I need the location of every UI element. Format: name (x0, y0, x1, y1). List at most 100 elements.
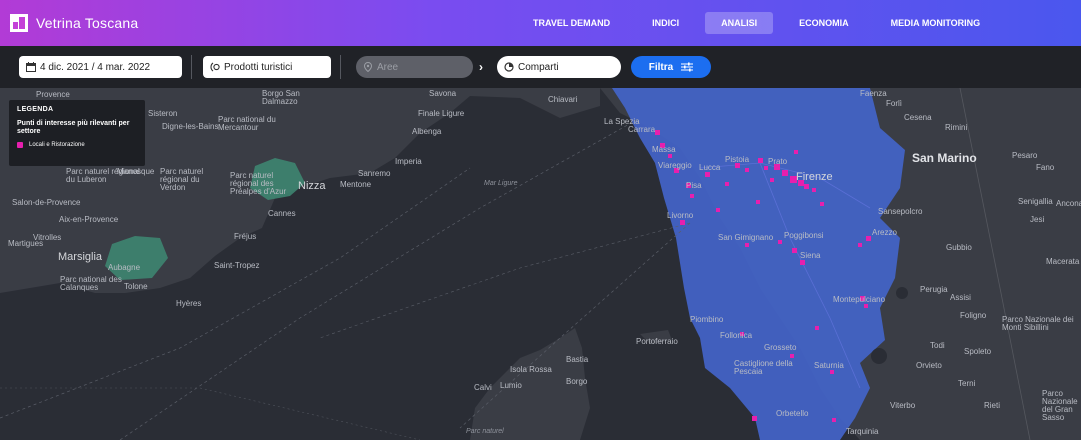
place-label: Arezzo (872, 228, 897, 237)
place-label: Isola Rossa (510, 365, 552, 374)
filter-button[interactable]: Filtra (631, 56, 711, 78)
brand[interactable]: Vetrina Toscana (10, 14, 138, 32)
place-label: Pesaro (1012, 151, 1038, 160)
place-label: Pisa (686, 181, 702, 190)
areas-selector[interactable]: Aree (356, 56, 473, 78)
place-label: Borgo (566, 377, 588, 386)
place-label: Assisi (950, 293, 971, 302)
place-label: Orbetello (776, 409, 809, 418)
place-label: Digne-les-Bains (162, 122, 219, 131)
place-label: Todi (930, 341, 945, 350)
place-label: Senigallia (1018, 197, 1053, 206)
nav-economia[interactable]: ECONOMIA (783, 12, 865, 34)
sectors-selector[interactable]: Comparti (497, 56, 621, 78)
date-range-picker[interactable]: 4 dic. 2021 / 4 mar. 2022 (19, 56, 182, 78)
nav-travel-demand[interactable]: TRAVEL DEMAND (517, 12, 626, 34)
place-label: Salon-de-Provence (12, 198, 81, 207)
place-label: Portoferraio (636, 337, 678, 346)
nav-indici[interactable]: INDICI (636, 12, 695, 34)
sectors-label: Comparti (518, 61, 559, 73)
toolbar-divider (340, 55, 341, 79)
place-label: Fréjus (234, 232, 257, 241)
place-label: Montepulciano (833, 295, 886, 304)
place-label: Saturnia (814, 361, 844, 370)
place-label: Siena (800, 251, 821, 260)
place-label: Parc national du Mercantour (218, 115, 276, 132)
place-label: Sanremo (358, 169, 391, 178)
place-label: Chiavari (548, 95, 578, 104)
place-label: Aix-en-Provence (59, 215, 119, 224)
place-label: Parco Nazionale del Gran Sasso (1042, 389, 1078, 422)
place-label: Lumio (500, 381, 522, 390)
place-label: Mentone (340, 180, 372, 189)
place-label: Livorno (667, 211, 694, 220)
legend-subtitle: Punti di interesse più rilevanti per set… (17, 120, 130, 136)
place-label: Macerata (1046, 257, 1080, 266)
place-label: Foligno (960, 311, 987, 320)
place-label: Nizza (298, 180, 326, 192)
legend-title: LEGENDA (17, 106, 54, 113)
nav-media-monitoring[interactable]: MEDIA MONITORING (875, 12, 997, 34)
place-label: Perugia (920, 285, 948, 294)
products-selector[interactable]: Prodotti turistici (203, 56, 331, 78)
place-label: San Marino (912, 151, 977, 165)
calendar-icon (26, 62, 36, 72)
place-label: Hyères (176, 299, 202, 308)
sliders-icon (681, 62, 694, 72)
place-label: Rimini (945, 123, 968, 132)
place-label: Faenza (860, 89, 887, 98)
place-label: Fano (1036, 163, 1055, 172)
main-nav: TRAVEL DEMAND INDICI ANALISI ECONOMIA ME… (517, 12, 1006, 34)
place-label: Viterbo (890, 401, 916, 410)
place-label: Massa (652, 145, 676, 154)
place-label: Lucca (699, 163, 721, 172)
place-label: Aubagne (108, 263, 141, 272)
place-label: Tolone (124, 282, 148, 291)
legend-item-label: Locali e Ristorazione (29, 142, 85, 149)
location-pin-icon (363, 62, 373, 72)
place-label: Calvi (474, 383, 492, 392)
place-label: Ancona (1056, 199, 1081, 208)
toolbar-divider (191, 55, 192, 79)
place-label: Cannes (268, 209, 296, 218)
map-canvas[interactable]: Savona Finale Ligure Albenga Imperia San… (0, 88, 1081, 440)
place-label: Martigues (8, 239, 44, 248)
place-label: Cesena (904, 113, 932, 122)
place-label: Jesi (1030, 215, 1045, 224)
map-legend: LEGENDA Punti di interesse più rilevanti… (9, 100, 145, 166)
products-label: Prodotti turistici (224, 61, 293, 73)
place-label: Rieti (984, 401, 1001, 410)
filter-button-label: Filtra (648, 61, 674, 73)
place-label: Follonica (720, 331, 753, 340)
place-label: Savona (429, 89, 457, 98)
place-label: Saint-Tropez (214, 261, 260, 270)
top-bar: Vetrina Toscana TRAVEL DEMAND INDICI ANA… (0, 0, 1081, 46)
place-label: San Gimignano (718, 233, 774, 242)
place-label: Castiglione della Pescaia (734, 359, 793, 376)
place-label: Firenze (796, 171, 833, 183)
place-label: Parc naturel (466, 428, 504, 435)
place-label: Sansepolcro (878, 207, 923, 216)
place-label: Gubbio (946, 243, 972, 252)
place-label: Poggibonsi (784, 231, 824, 240)
place-label: Terni (958, 379, 976, 388)
place-label: Manosque (117, 167, 155, 176)
filter-toolbar: 4 dic. 2021 / 4 mar. 2022 Prodotti turis… (0, 46, 1081, 88)
place-label: Sisteron (148, 109, 178, 118)
app-title: Vetrina Toscana (36, 15, 139, 31)
place-label: Parco Nazionale dei Monti Sibillini (1002, 315, 1074, 332)
place-label: Spoleto (964, 347, 992, 356)
map-base-layer (0, 88, 1081, 440)
place-label: Orvieto (916, 361, 942, 370)
chevron-right-icon: › (479, 60, 483, 74)
sea-label: Mar Ligure (484, 180, 518, 187)
app-root: Vetrina Toscana TRAVEL DEMAND INDICI ANA… (0, 0, 1081, 440)
logo-icon (10, 14, 28, 32)
place-label: Parc naturel régional des Préalpes d'Azu… (230, 171, 287, 196)
place-label: Piombino (690, 315, 724, 324)
signal-icon (210, 62, 220, 72)
legend-swatch (17, 142, 23, 149)
place-label: Albenga (412, 127, 442, 136)
nav-analisi[interactable]: ANALISI (705, 12, 774, 34)
place-label: Parc naturel régional du Verdon (160, 167, 204, 192)
